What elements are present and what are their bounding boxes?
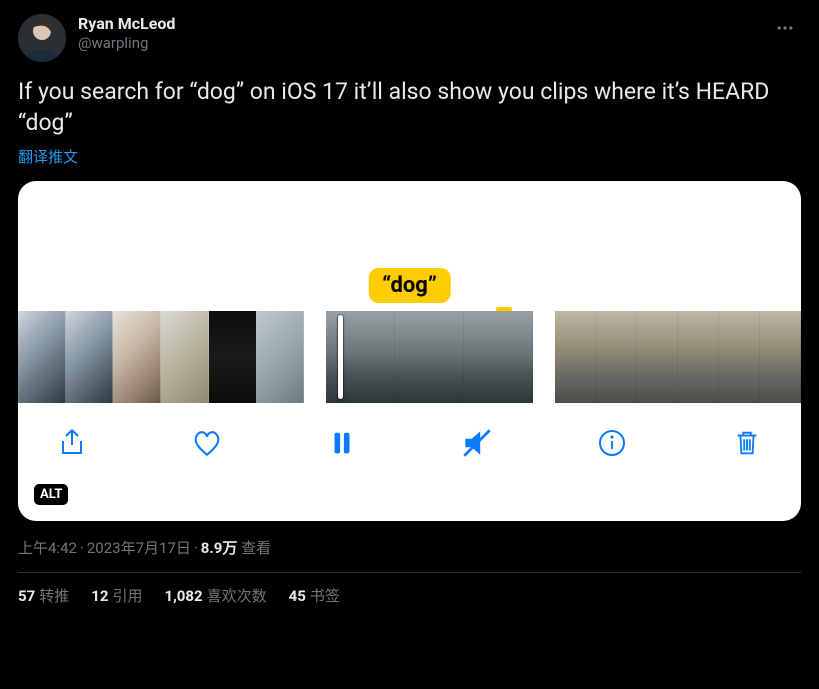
search-tag: “dog” [368, 268, 451, 303]
clip-frame [113, 311, 161, 403]
quotes-label: 引用 [112, 587, 142, 605]
clip-group[interactable] [555, 311, 801, 403]
author-names: Ryan McLeod @warpling [78, 14, 757, 53]
post-time[interactable]: 上午4:42 [18, 539, 77, 557]
bookmarks-label: 书签 [310, 587, 340, 605]
retweets-count: 57 [18, 587, 35, 605]
bookmarks-stat[interactable]: 45书签 [289, 585, 340, 606]
divider [18, 572, 801, 573]
clip-frame [18, 311, 66, 403]
media-top: “dog” [18, 181, 801, 311]
views-count[interactable]: 8.9万 [201, 539, 238, 557]
heart-icon[interactable] [187, 423, 227, 463]
share-icon[interactable] [52, 423, 92, 463]
tweet-text: If you search for “dog” on iOS 17 it’ll … [18, 76, 801, 138]
clip-frame [256, 311, 304, 403]
tweet: Ryan McLeod @warpling If you search for … [0, 0, 819, 606]
clip-frame [678, 311, 719, 403]
more-button[interactable] [769, 14, 801, 47]
playhead[interactable] [338, 315, 343, 399]
trash-icon[interactable] [727, 423, 767, 463]
translate-link[interactable]: 翻译推文 [18, 146, 801, 167]
bookmarks-count: 45 [289, 587, 306, 605]
retweets-stat[interactable]: 57转推 [18, 585, 69, 606]
clip-frame [66, 311, 114, 403]
clip-frame [161, 311, 209, 403]
info-icon[interactable] [592, 423, 632, 463]
tweet-header: Ryan McLeod @warpling [18, 14, 801, 62]
mute-icon[interactable] [457, 423, 497, 463]
clip-frame [209, 311, 257, 403]
media-toolbar [18, 403, 801, 463]
retweets-label: 转推 [39, 587, 69, 605]
tweet-stats: 57转推 12引用 1,082 喜欢次数 45书签 [18, 585, 801, 606]
video-timeline[interactable] [18, 311, 801, 403]
views-label: 查看 [241, 539, 271, 557]
likes-label: 喜欢次数 [207, 587, 267, 605]
likes-stat[interactable]: 1,082 喜欢次数 [164, 585, 266, 606]
clip-frame [596, 311, 637, 403]
handle[interactable]: @warpling [78, 34, 757, 53]
clip-frame [637, 311, 678, 403]
likes-count: 1,082 [164, 587, 202, 605]
clip-frame [464, 311, 533, 403]
clip-frame [719, 311, 760, 403]
clip-frame [395, 311, 464, 403]
media-card[interactable]: “dog” [18, 181, 801, 521]
clip-frame [555, 311, 596, 403]
clip-group[interactable] [18, 311, 304, 403]
clip-frame [760, 311, 801, 403]
avatar[interactable] [18, 14, 66, 62]
pause-icon[interactable] [322, 423, 362, 463]
quotes-count: 12 [91, 587, 108, 605]
alt-badge[interactable]: ALT [34, 484, 68, 505]
clip-frame [326, 311, 395, 403]
tweet-meta: 上午4:42·2023年7月17日·8.9万 查看 [18, 537, 801, 558]
post-date[interactable]: 2023年7月17日 [87, 539, 191, 557]
quotes-stat[interactable]: 12引用 [91, 585, 142, 606]
display-name[interactable]: Ryan McLeod [78, 14, 757, 34]
clip-group[interactable] [326, 311, 533, 403]
